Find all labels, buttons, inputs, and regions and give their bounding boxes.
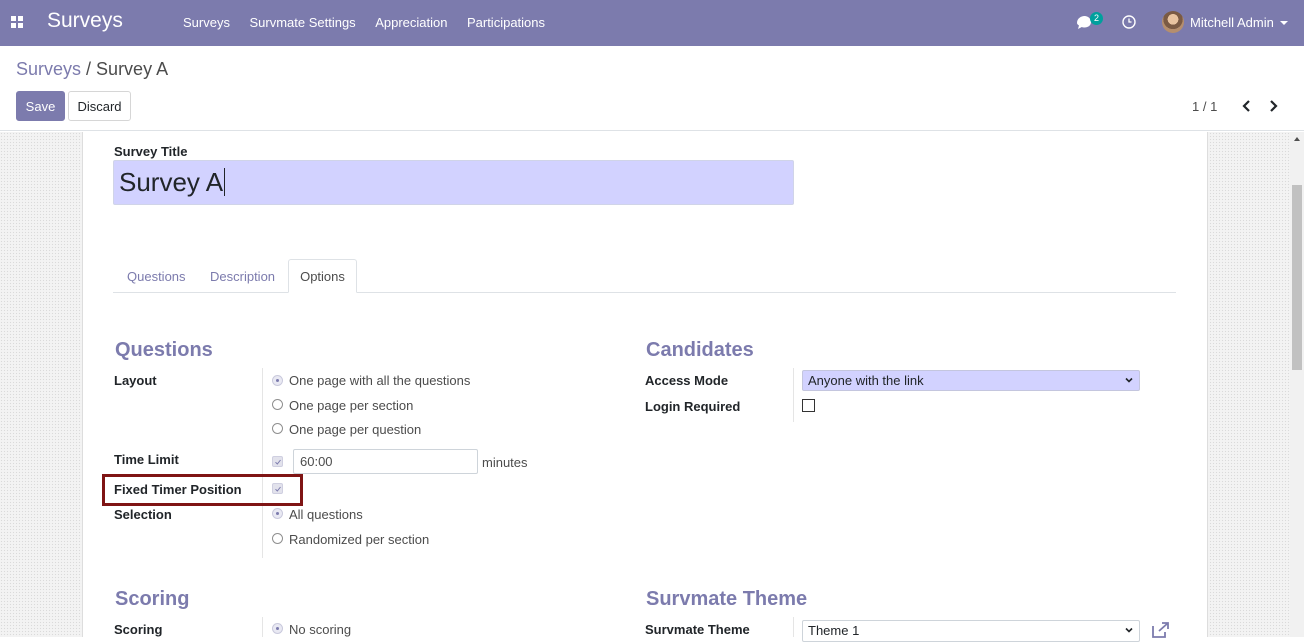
- scoring-radio-none[interactable]: [272, 623, 283, 634]
- selection-option-randomized[interactable]: Randomized per section: [289, 532, 429, 547]
- tab-questions[interactable]: Questions: [127, 269, 186, 284]
- menu-item-surveys[interactable]: Surveys: [183, 15, 230, 30]
- candidates-group-title: Candidates: [646, 339, 754, 361]
- layout-option-question[interactable]: One page per question: [289, 422, 421, 437]
- save-button[interactable]: Save: [16, 91, 65, 121]
- menu-item-appreciation[interactable]: Appreciation: [375, 15, 447, 30]
- user-avatar[interactable]: [1162, 11, 1184, 33]
- time-limit-checkbox[interactable]: [272, 456, 283, 467]
- label-divider: [793, 617, 794, 637]
- layout-radio-question[interactable]: [272, 423, 283, 434]
- menu-item-survmate-settings[interactable]: Survmate Settings: [249, 15, 355, 30]
- user-menu[interactable]: Mitchell Admin: [1190, 15, 1274, 30]
- survey-title-label: Survey Title: [114, 144, 188, 159]
- breadcrumb: Surveys / Survey A: [16, 59, 168, 80]
- time-limit-label: Time Limit: [114, 452, 179, 467]
- access-mode-select[interactable]: Anyone with the link: [802, 370, 1140, 391]
- theme-value: Theme 1: [808, 623, 860, 638]
- breadcrumb-parent[interactable]: Surveys: [16, 59, 81, 79]
- main-menu: Surveys Survmate Settings Appreciation P…: [183, 15, 565, 30]
- selection-radio-all[interactable]: [272, 508, 283, 519]
- breadcrumb-separator: /: [81, 59, 97, 79]
- survey-title-input[interactable]: Survey A: [113, 160, 794, 205]
- layout-label: Layout: [114, 373, 157, 388]
- text-cursor: [224, 168, 226, 196]
- selection-radio-randomized[interactable]: [272, 533, 283, 544]
- access-mode-label: Access Mode: [645, 373, 729, 388]
- theme-label: Survmate Theme: [645, 622, 750, 637]
- theme-select[interactable]: Theme 1: [802, 620, 1140, 642]
- label-divider: [793, 368, 794, 422]
- chevron-down-icon: [1125, 377, 1133, 383]
- tab-options[interactable]: Options: [288, 259, 357, 293]
- label-divider: [262, 617, 263, 637]
- tabs-underline: [113, 292, 1176, 293]
- apps-grid-icon[interactable]: [11, 16, 23, 28]
- survey-title-value: Survey A: [119, 167, 224, 197]
- clock-icon[interactable]: [1121, 14, 1137, 30]
- checkmark-icon: [275, 459, 281, 465]
- scoring-group-title: Scoring: [115, 588, 190, 610]
- highlight-box: [102, 474, 303, 506]
- time-limit-unit: minutes: [482, 455, 528, 470]
- chat-count-badge: 2: [1090, 12, 1103, 25]
- label-divider: [262, 368, 263, 558]
- pager-value[interactable]: 1 / 1: [1192, 99, 1217, 114]
- scoring-label: Scoring: [114, 622, 163, 637]
- menu-item-participations[interactable]: Participations: [467, 15, 545, 30]
- layout-option-all[interactable]: One page with all the questions: [289, 373, 470, 388]
- layout-option-section[interactable]: One page per section: [289, 398, 413, 413]
- control-panel: Surveys / Survey A Save Discard 1 / 1: [0, 46, 1304, 131]
- chevron-left-icon[interactable]: [1241, 99, 1253, 113]
- top-navbar: Surveys Surveys Survmate Settings Apprec…: [0, 0, 1304, 46]
- selection-label: Selection: [114, 507, 172, 522]
- login-required-label: Login Required: [645, 399, 741, 414]
- theme-group-title: Survmate Theme: [646, 588, 808, 610]
- chevron-down-icon: [1125, 627, 1133, 633]
- scoring-option-none[interactable]: No scoring: [289, 622, 351, 637]
- discard-button[interactable]: Discard: [68, 91, 131, 121]
- app-title[interactable]: Surveys: [47, 9, 123, 33]
- layout-radio-all[interactable]: [272, 375, 283, 386]
- chevron-right-icon[interactable]: [1267, 99, 1279, 113]
- questions-group-title: Questions: [115, 339, 213, 361]
- external-link-icon[interactable]: [1151, 622, 1171, 638]
- time-limit-input[interactable]: 60:00: [293, 449, 478, 474]
- tab-description[interactable]: Description: [210, 269, 275, 284]
- login-required-checkbox[interactable]: [802, 399, 815, 412]
- layout-radio-section[interactable]: [272, 399, 283, 410]
- scroll-up-arrow-icon[interactable]: [1294, 137, 1300, 141]
- access-mode-value: Anyone with the link: [808, 373, 924, 388]
- breadcrumb-current: Survey A: [96, 59, 169, 79]
- scrollbar-thumb[interactable]: [1292, 185, 1302, 370]
- selection-option-all[interactable]: All questions: [289, 507, 363, 522]
- chevron-down-icon[interactable]: [1280, 21, 1288, 25]
